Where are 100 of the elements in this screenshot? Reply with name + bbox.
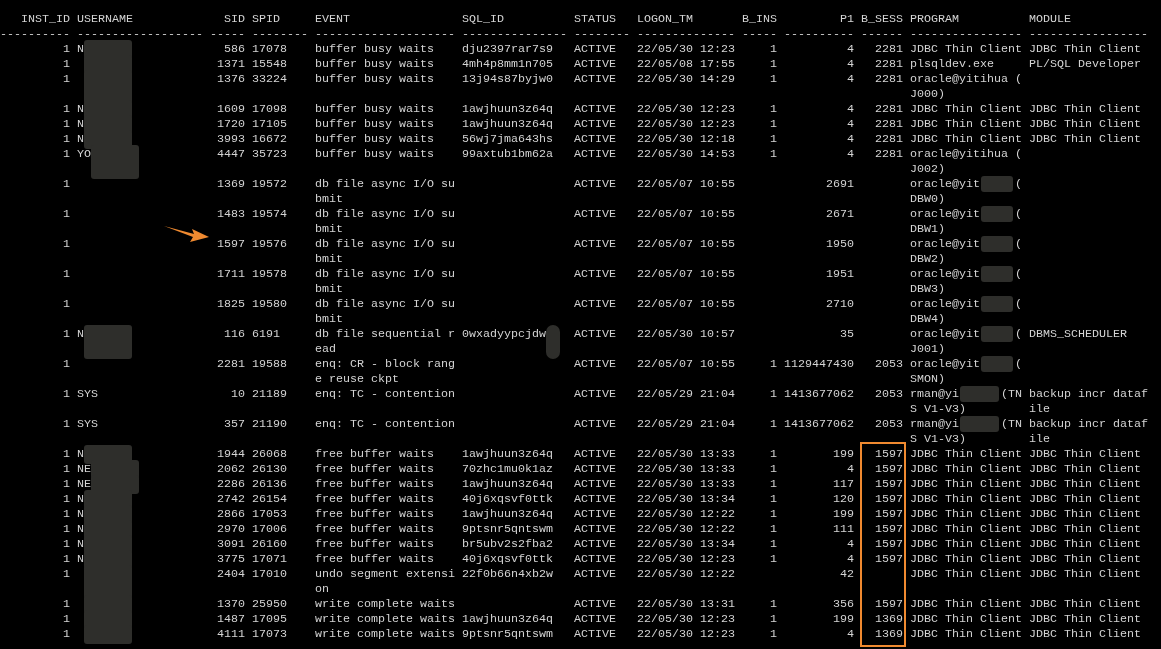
program-cell: J000) xyxy=(910,87,945,102)
logon-time-cell: 22/05/29 21:04 xyxy=(637,417,735,432)
username-cell: N xyxy=(77,327,84,342)
event-cell: bmit xyxy=(315,222,343,237)
status-cell: ACTIVE xyxy=(574,207,616,222)
status-cell: ACTIVE xyxy=(574,132,616,147)
event-cell: free buffer waits xyxy=(315,492,434,507)
column-header: INST_ID xyxy=(21,12,70,27)
column-header: SID xyxy=(224,12,245,27)
spid-cell: 17095 xyxy=(252,612,287,627)
username-cell: YO xyxy=(77,147,91,162)
inst-id-cell: 1 xyxy=(63,267,70,282)
p1-cell: 4 xyxy=(847,102,854,117)
status-cell: ACTIVE xyxy=(574,357,616,372)
sql-id-cell: 1awjhuun3z64q xyxy=(462,102,553,117)
program-cell: JDBC Thin Client xyxy=(910,627,1022,642)
module-cell: JDBC Thin Client xyxy=(1029,522,1141,537)
program-cell: JDBC Thin Client xyxy=(910,492,1022,507)
b-sess-cell: 1597 xyxy=(875,597,903,612)
p1-cell: 356 xyxy=(833,597,854,612)
header-rule: ---------- xyxy=(0,27,70,42)
logon-time-cell: 22/05/30 13:33 xyxy=(637,447,735,462)
program-cell: oracle@yit xyxy=(910,177,980,192)
status-cell: ACTIVE xyxy=(574,117,616,132)
spid-cell: 17073 xyxy=(252,627,287,642)
b-ins-cell: 1 xyxy=(770,102,777,117)
status-cell: ACTIVE xyxy=(574,387,616,402)
spid-cell: 17098 xyxy=(252,102,287,117)
program-cell: rman@yi xyxy=(910,417,959,432)
event-cell: free buffer waits xyxy=(315,537,434,552)
b-ins-cell: 1 xyxy=(770,627,777,642)
b-sess-cell: 2281 xyxy=(875,147,903,162)
spid-cell: 19588 xyxy=(252,357,287,372)
spid-cell: 35723 xyxy=(252,147,287,162)
b-ins-cell: 1 xyxy=(770,447,777,462)
status-cell: ACTIVE xyxy=(574,327,616,342)
header-rule: -------------- xyxy=(637,27,735,42)
logon-time-cell: 22/05/30 13:34 xyxy=(637,537,735,552)
p1-cell: 1950 xyxy=(826,237,854,252)
program-cell: ( xyxy=(1015,327,1022,342)
program-cell: JDBC Thin Client xyxy=(910,537,1022,552)
header-rule: -------- xyxy=(574,27,630,42)
spid-cell: 19580 xyxy=(252,297,287,312)
spid-cell: 26130 xyxy=(252,462,287,477)
event-cell: free buffer waits xyxy=(315,552,434,567)
b-sess-cell: 2281 xyxy=(875,57,903,72)
p1-cell: 1951 xyxy=(826,267,854,282)
status-cell: ACTIVE xyxy=(574,42,616,57)
program-cell: J001) xyxy=(910,342,945,357)
header-rule: -------- xyxy=(252,27,308,42)
status-cell: ACTIVE xyxy=(574,492,616,507)
sid-cell: 116 xyxy=(224,327,245,342)
event-cell: db file sequential r xyxy=(315,327,455,342)
logon-time-cell: 22/05/30 12:22 xyxy=(637,507,735,522)
b-sess-cell: 2281 xyxy=(875,42,903,57)
spid-cell: 26136 xyxy=(252,477,287,492)
header-rule: ----- xyxy=(210,27,245,42)
event-cell: db file async I/O su xyxy=(315,237,455,252)
sql-id-cell: 9ptsnr5qntswm xyxy=(462,522,553,537)
inst-id-cell: 1 xyxy=(63,492,70,507)
header-rule: ----- xyxy=(742,27,777,42)
username-cell: N xyxy=(77,537,84,552)
inst-id-cell: 1 xyxy=(63,72,70,87)
sid-cell: 4447 xyxy=(217,147,245,162)
event-cell: e reuse ckpt xyxy=(315,372,399,387)
event-cell: bmit xyxy=(315,312,343,327)
inst-id-cell: 1 xyxy=(63,597,70,612)
header-rule: ------------------ xyxy=(77,27,203,42)
program-cell: JDBC Thin Client xyxy=(910,462,1022,477)
module-cell: JDBC Thin Client xyxy=(1029,612,1141,627)
program-cell: ( xyxy=(1015,177,1022,192)
sql-id-cell: 56wj7jma643hs xyxy=(462,132,553,147)
sid-cell: 2281 xyxy=(217,357,245,372)
spid-cell: 17071 xyxy=(252,552,287,567)
status-cell: ACTIVE xyxy=(574,522,616,537)
sql-id-cell: 0wxadyypcjdw xyxy=(462,327,546,342)
inst-id-cell: 1 xyxy=(63,132,70,147)
sid-cell: 2970 xyxy=(217,522,245,537)
status-cell: ACTIVE xyxy=(574,447,616,462)
event-cell: enq: TC - contention xyxy=(315,387,455,402)
event-cell: write complete waits xyxy=(315,612,455,627)
logon-time-cell: 22/05/30 12:23 xyxy=(637,612,735,627)
program-cell: S V1-V3) xyxy=(910,432,966,447)
p1-cell: 35 xyxy=(840,327,854,342)
program-cell: ( xyxy=(1015,267,1022,282)
p1-cell: 4 xyxy=(847,117,854,132)
b-ins-cell: 1 xyxy=(770,417,777,432)
b-sess-cell: 1369 xyxy=(875,627,903,642)
module-cell: DBMS_SCHEDULER xyxy=(1029,327,1127,342)
program-cell: JDBC Thin Client xyxy=(910,612,1022,627)
b-ins-cell: 1 xyxy=(770,492,777,507)
inst-id-cell: 1 xyxy=(63,552,70,567)
status-cell: ACTIVE xyxy=(574,552,616,567)
inst-id-cell: 1 xyxy=(63,357,70,372)
module-cell: JDBC Thin Client xyxy=(1029,567,1141,582)
event-cell: free buffer waits xyxy=(315,477,434,492)
status-cell: ACTIVE xyxy=(574,237,616,252)
event-cell: undo segment extensi xyxy=(315,567,455,582)
program-cell: ( xyxy=(1015,237,1022,252)
b-ins-cell: 1 xyxy=(770,72,777,87)
